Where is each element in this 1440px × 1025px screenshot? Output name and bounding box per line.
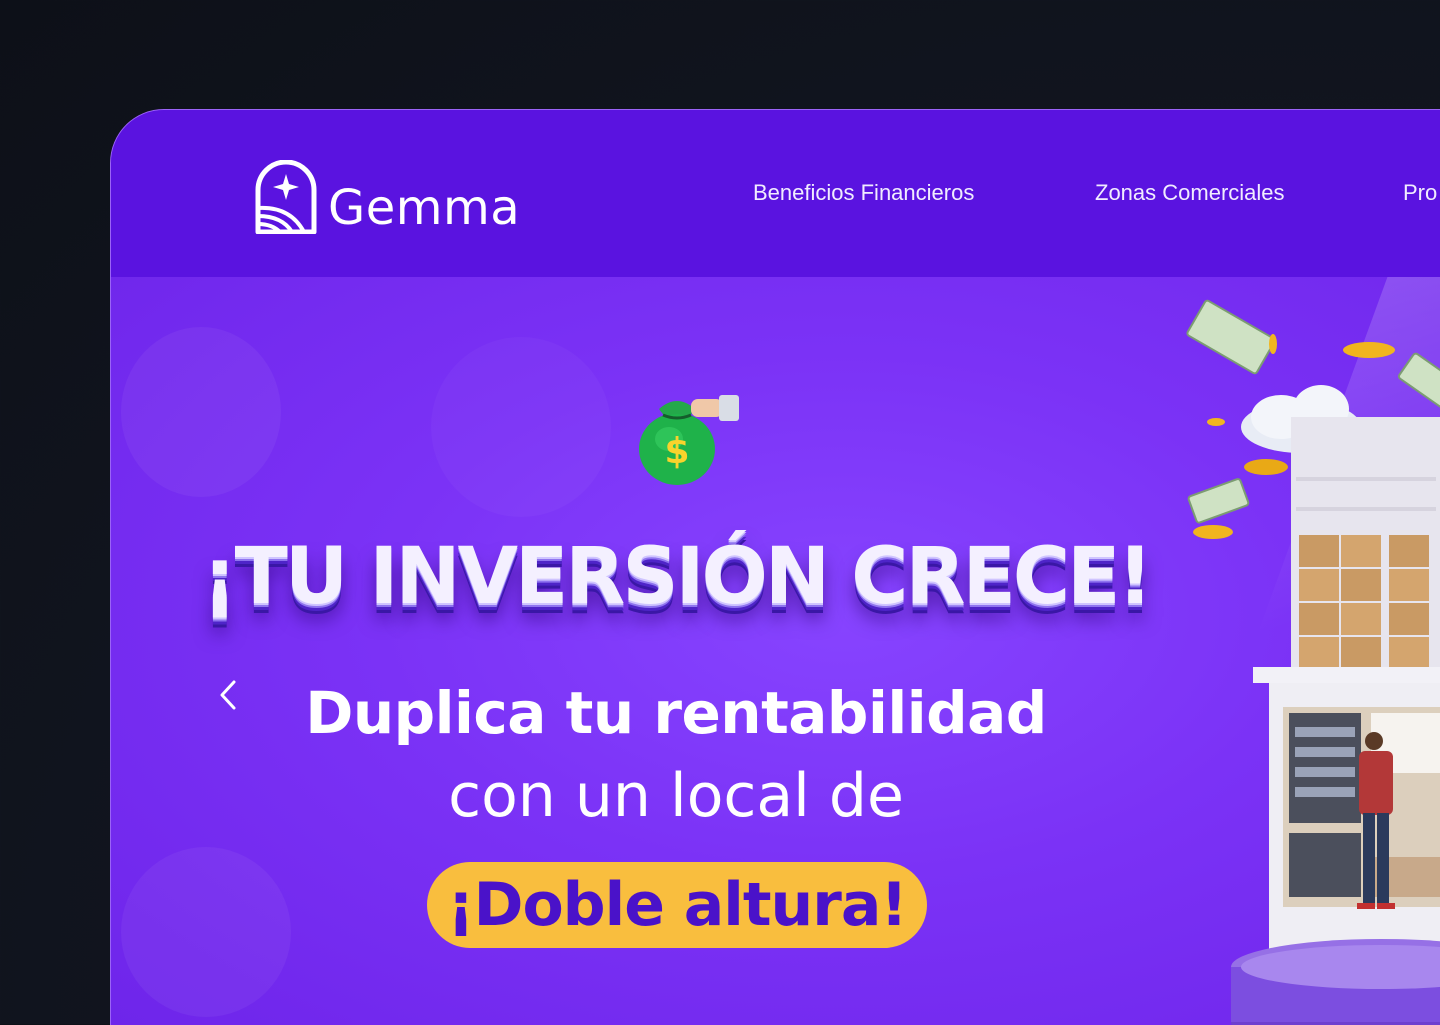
hero-subtitle-line2: con un local de xyxy=(448,761,904,831)
hero-banner: $ ¡TU INVERSIÓN CRECE! Duplica tu rentab… xyxy=(111,277,1440,1025)
browser-frame: Gemma Beneficios Financieros Zonas Comer… xyxy=(110,109,1440,1025)
decorative-bubble xyxy=(431,337,611,517)
decorative-bubble xyxy=(121,847,291,1017)
brand-name: Gemma xyxy=(328,180,521,236)
nav-item-zonas-comerciales[interactable]: Zonas Comerciales xyxy=(1095,180,1285,206)
brand-logo[interactable]: Gemma xyxy=(254,154,521,236)
gemma-logo-icon xyxy=(255,160,317,234)
nav-item-truncated[interactable]: Pro xyxy=(1403,180,1437,206)
hero-headline: ¡TU INVERSIÓN CRECE! xyxy=(202,532,1153,622)
money-bag-icon: $ xyxy=(639,395,739,485)
store-illustration xyxy=(1186,299,1440,1025)
highlight-pill: ¡Doble altura! xyxy=(427,862,927,948)
decorative-bubble xyxy=(121,327,281,497)
top-navbar: Gemma Beneficios Financieros Zonas Comer… xyxy=(111,110,1440,277)
dollar-sign: $ xyxy=(664,431,689,472)
highlight-text: ¡Doble altura! xyxy=(447,870,907,940)
boxes xyxy=(1299,535,1429,667)
hero-subtitle-line1: Duplica tu rentabilidad xyxy=(305,679,1047,747)
nav-item-beneficios-financieros[interactable]: Beneficios Financieros xyxy=(753,180,974,206)
